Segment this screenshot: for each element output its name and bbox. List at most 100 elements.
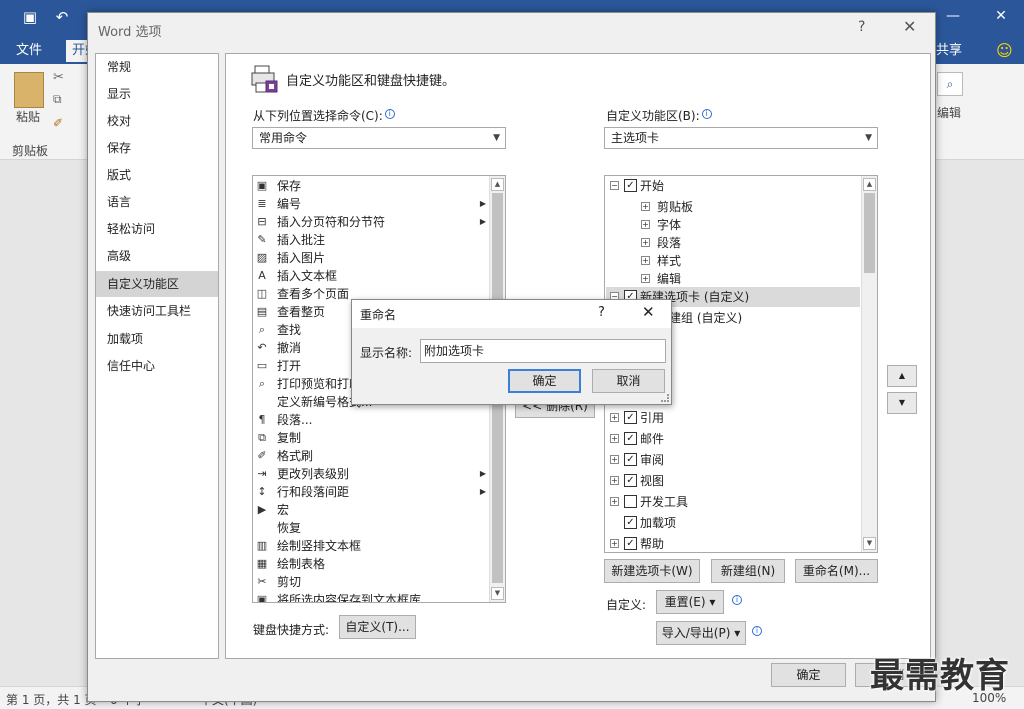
help-icon[interactable]: ? [858, 19, 865, 35]
checkbox[interactable]: ✓ [624, 474, 637, 487]
command-item[interactable]: ✎ 插入批注 [254, 231, 490, 249]
expand-icon[interactable]: + [610, 539, 619, 548]
command-item[interactable]: ¶ 段落... [254, 411, 490, 429]
command-item[interactable]: ⊟ 插入分页符和分节符 ▶ [254, 213, 490, 231]
command-item[interactable]: ▨ 插入图片 [254, 249, 490, 267]
command-item[interactable]: ▶ 宏 [254, 501, 490, 519]
checkbox[interactable]: ✓ [624, 516, 637, 529]
ok-button[interactable]: 确定 [771, 663, 846, 687]
info-icon[interactable]: i [701, 109, 712, 119]
expand-icon[interactable]: + [610, 497, 619, 506]
command-item[interactable]: 恢复 [254, 519, 490, 537]
tree-scrollbar[interactable]: ▲ ▼ [861, 176, 877, 552]
move-down-button[interactable]: ▼ [887, 392, 917, 414]
checkbox[interactable]: ✓ [624, 179, 637, 192]
command-item[interactable]: ↕ 行和段落间距 ▶ [254, 483, 490, 501]
expand-icon[interactable]: + [610, 434, 619, 443]
scroll-up-icon[interactable]: ▲ [491, 178, 504, 191]
tree-item[interactable]: + 编辑 [606, 269, 860, 289]
checkbox[interactable] [624, 495, 637, 508]
command-item[interactable]: ≣ 编号 ▶ [254, 195, 490, 213]
expand-icon[interactable]: + [610, 455, 619, 464]
command-item[interactable]: ✂ 剪切 [254, 573, 490, 591]
command-item[interactable]: ▥ 绘制竖排文本框 [254, 537, 490, 555]
scroll-down-icon[interactable]: ▼ [863, 537, 876, 550]
expand-icon[interactable]: + [610, 413, 619, 422]
reset-button[interactable]: 重置(E) ▾ [656, 590, 724, 614]
checkbox[interactable]: ✓ [624, 453, 637, 466]
format-painter-icon[interactable]: ✐ [53, 116, 63, 130]
nav-item[interactable]: 语言 [96, 189, 218, 215]
display-name-input[interactable]: 附加选项卡 [420, 339, 666, 363]
save-icon[interactable]: ▣ [18, 6, 42, 28]
close-icon[interactable]: ✕ [642, 303, 655, 321]
nav-item[interactable]: 常规 [96, 54, 218, 80]
expand-icon[interactable]: + [641, 202, 650, 211]
tree-item[interactable]: + 样式 [606, 251, 860, 271]
nav-item[interactable]: 快速访问工具栏 [96, 298, 218, 324]
nav-item[interactable]: 版式 [96, 162, 218, 188]
undo-icon[interactable]: ↶ [50, 6, 74, 28]
nav-item[interactable]: 自定义功能区 [96, 271, 218, 297]
tree-item[interactable]: + ✓ 邮件 [606, 429, 860, 449]
command-item[interactable]: ⇥ 更改列表级别 ▶ [254, 465, 490, 483]
keyboard-customize-button[interactable]: 自定义(T)... [339, 615, 416, 639]
checkbox[interactable]: ✓ [624, 411, 637, 424]
tree-item[interactable]: ✓ 加载项 [606, 513, 860, 533]
info-icon[interactable]: i [752, 626, 762, 636]
move-up-button[interactable]: ▲ [887, 365, 917, 387]
customize-ribbon-combo[interactable]: 主选项卡 ▼ [604, 127, 878, 149]
restore-icon[interactable] [932, 0, 978, 32]
tree-item[interactable]: + 段落 [606, 233, 860, 253]
scroll-thumb[interactable] [864, 193, 875, 273]
help-icon[interactable]: ? [598, 305, 605, 320]
tree-item[interactable]: + 剪贴板 [606, 197, 860, 217]
command-item[interactable]: ✐ 格式刷 [254, 447, 490, 465]
tree-item[interactable]: − ✓ 开始 [606, 176, 860, 196]
command-item[interactable]: ▣ 保存 [254, 177, 490, 195]
find-icon[interactable]: ⌕ [937, 72, 963, 96]
import-export-button[interactable]: 导入/导出(P) ▾ [656, 621, 746, 645]
close-icon[interactable]: ✕ [903, 17, 916, 36]
nav-item[interactable]: 轻松访问 [96, 216, 218, 242]
tab-file[interactable]: 文件 [10, 40, 48, 62]
expand-icon[interactable]: + [641, 274, 650, 283]
nav-item[interactable]: 校对 [96, 108, 218, 134]
choose-commands-combo[interactable]: 常用命令 ▼ [252, 127, 506, 149]
command-item[interactable]: A 插入文本框 [254, 267, 490, 285]
command-item[interactable]: ▣ 将所选内容保存到文本框库 [254, 591, 490, 602]
tree-item[interactable]: + ✓ 引用 [606, 408, 860, 428]
nav-item[interactable]: 信任中心 [96, 353, 218, 379]
tree-item[interactable]: + ✓ 审阅 [606, 450, 860, 470]
rename-ok-button[interactable]: 确定 [508, 369, 581, 393]
tree-item[interactable]: + 字体 [606, 215, 860, 235]
nav-item[interactable]: 保存 [96, 135, 218, 161]
rename-button[interactable]: 重命名(M)... [795, 559, 878, 583]
expand-icon[interactable]: + [641, 238, 650, 247]
window-close-icon[interactable]: ✕ [978, 0, 1024, 32]
smiley-icon[interactable]: ☺ [990, 40, 1019, 62]
checkbox[interactable]: ✓ [624, 537, 637, 550]
command-item[interactable]: ▦ 绘制表格 [254, 555, 490, 573]
info-icon[interactable]: i [732, 595, 742, 605]
rename-cancel-button[interactable]: 取消 [592, 369, 665, 393]
expand-icon[interactable]: + [641, 220, 650, 229]
tree-item[interactable]: + ✓ 视图 [606, 471, 860, 491]
nav-item[interactable]: 加载项 [96, 326, 218, 352]
scroll-up-icon[interactable]: ▲ [863, 178, 876, 191]
resize-grip-icon[interactable] [661, 394, 669, 402]
info-icon[interactable]: i [384, 109, 395, 119]
nav-item[interactable]: 高级 [96, 243, 218, 269]
command-item[interactable]: ⧉ 复制 [254, 429, 490, 447]
paste-icon[interactable] [14, 72, 44, 108]
collapse-icon[interactable]: − [610, 181, 619, 190]
cut-icon[interactable]: ✂ [53, 70, 64, 85]
tree-item[interactable]: + 开发工具 [606, 492, 860, 512]
expand-icon[interactable]: + [641, 256, 650, 265]
new-group-button[interactable]: 新建组(N) [711, 559, 785, 583]
nav-item[interactable]: 显示 [96, 81, 218, 107]
tree-item[interactable]: + ✓ 帮助 [606, 534, 860, 552]
expand-icon[interactable]: + [610, 476, 619, 485]
new-tab-button[interactable]: 新建选项卡(W) [604, 559, 700, 583]
paste-button[interactable]: 粘贴 [16, 108, 40, 125]
